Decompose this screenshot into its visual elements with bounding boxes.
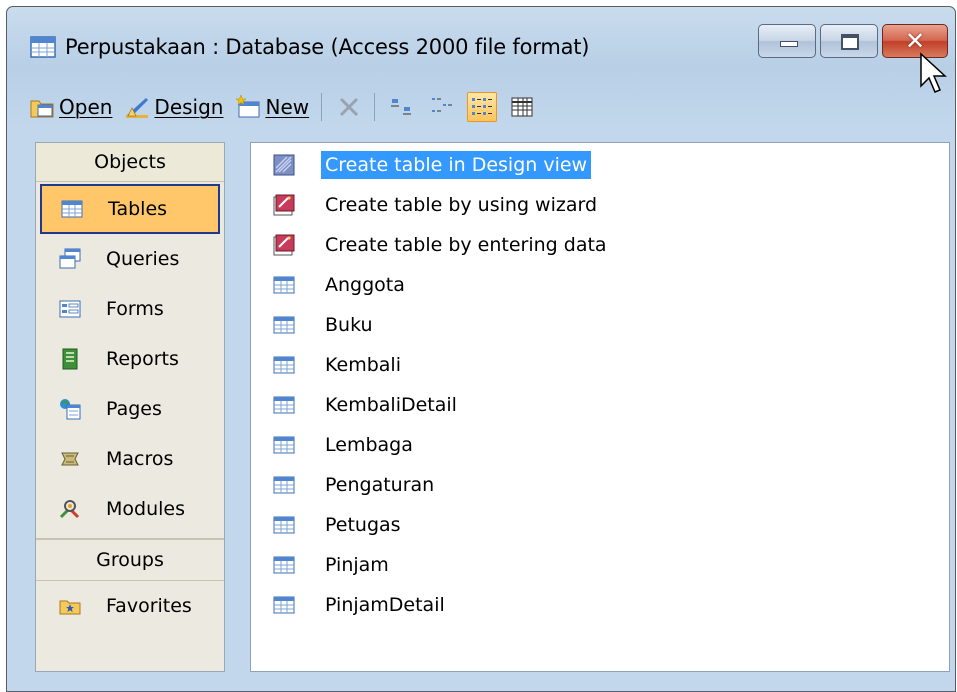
- list-item-label: PinjamDetail: [325, 594, 445, 616]
- objects-header[interactable]: Objects: [36, 143, 224, 182]
- table-icon: [273, 436, 295, 454]
- page-icon: [60, 399, 81, 420]
- object-forms[interactable]: Forms: [40, 284, 220, 334]
- design-label: Design: [154, 95, 224, 119]
- window-title: Perpustakaan : Database (Access 2000 fil…: [65, 35, 590, 59]
- group-label: Favorites: [106, 595, 192, 617]
- table-icon: [273, 556, 295, 574]
- open-button[interactable]: Open: [29, 94, 112, 120]
- group-favorites[interactable]: Favorites: [40, 581, 220, 631]
- toolbar-separator: [374, 93, 376, 121]
- design-icon: [126, 98, 149, 118]
- minimize-button[interactable]: [758, 24, 816, 58]
- object-label: Modules: [106, 498, 185, 520]
- details-view-icon: [511, 97, 533, 117]
- small-icons-button[interactable]: [427, 92, 457, 122]
- table-icon: [273, 476, 295, 494]
- database-window-icon: [30, 36, 56, 58]
- large-icons-button[interactable]: [387, 92, 417, 122]
- form-icon: [59, 300, 81, 318]
- toolbar-separator: [321, 93, 323, 121]
- database-toolbar: Open Design New: [29, 85, 945, 129]
- object-list: Create table in Design view Create table…: [250, 142, 950, 672]
- object-macros[interactable]: Macros: [40, 434, 220, 484]
- list-item-label: Create table by using wizard: [325, 194, 598, 216]
- object-tables[interactable]: Tables: [40, 184, 220, 234]
- mouse-cursor-icon: [920, 52, 947, 93]
- table-icon: [273, 516, 295, 534]
- delete-icon: [340, 97, 359, 117]
- module-icon: [59, 500, 80, 519]
- new-button[interactable]: New: [235, 94, 309, 120]
- object-label: Pages: [106, 398, 162, 420]
- details-view-button[interactable]: [507, 92, 537, 122]
- table-icon: [273, 276, 295, 294]
- design-button[interactable]: Design: [124, 94, 223, 120]
- table-icon: [273, 316, 295, 334]
- maximize-button[interactable]: [820, 24, 878, 58]
- list-item-label: Lembaga: [325, 434, 413, 456]
- design-view-icon: [273, 154, 295, 176]
- table-icon: [273, 356, 295, 374]
- table-icon: [61, 200, 83, 218]
- object-label: Reports: [106, 348, 179, 370]
- macro-icon: [61, 452, 79, 466]
- object-label: Macros: [106, 448, 174, 470]
- objects-bar: Objects Tables Queries Forms Reports Pag…: [35, 142, 225, 672]
- object-label: Tables: [108, 198, 168, 220]
- report-icon: [62, 348, 78, 370]
- delete-button[interactable]: [334, 92, 364, 122]
- groups-header[interactable]: Groups: [36, 538, 224, 581]
- title-bar[interactable]: Perpustakaan : Database (Access 2000 fil…: [7, 7, 955, 77]
- table-icon: [273, 596, 295, 614]
- list-view-button[interactable]: [467, 92, 498, 122]
- list-item-label: Buku: [325, 314, 373, 336]
- object-reports[interactable]: Reports: [40, 334, 220, 384]
- list-item-label: Kembali: [325, 354, 401, 376]
- list-item-label: KembaliDetail: [325, 394, 457, 416]
- list-item-label: Pengaturan: [325, 474, 435, 496]
- object-label: Forms: [106, 298, 164, 320]
- large-icons-icon: [391, 99, 412, 115]
- close-icon: ✕: [904, 27, 926, 55]
- maximize-icon: [841, 34, 859, 50]
- favorites-folder-icon: [59, 600, 81, 615]
- list-item-label: Create table by entering data: [325, 234, 607, 256]
- list-item-label: Anggota: [325, 274, 405, 296]
- open-icon: [30, 100, 54, 118]
- object-modules[interactable]: Modules: [40, 484, 220, 534]
- list-item-label: Pinjam: [325, 554, 389, 576]
- list-view-icon: [472, 98, 493, 115]
- list-item-label: Create table in Design view: [321, 151, 592, 179]
- database-window: Perpustakaan : Database (Access 2000 fil…: [6, 6, 956, 692]
- object-queries[interactable]: Queries: [40, 234, 220, 284]
- new-icon: [235, 94, 260, 118]
- open-label: Open: [59, 95, 113, 119]
- object-label: Queries: [106, 248, 180, 270]
- query-icon: [59, 248, 81, 269]
- table-icon: [273, 396, 295, 414]
- new-label: New: [265, 95, 310, 119]
- object-pages[interactable]: Pages: [40, 384, 220, 434]
- list-item-label: Petugas: [325, 514, 401, 536]
- wizard-icon: [273, 194, 295, 216]
- small-icons-icon: [432, 98, 453, 112]
- wizard-icon: [273, 234, 295, 256]
- minimize-icon: [780, 41, 798, 47]
